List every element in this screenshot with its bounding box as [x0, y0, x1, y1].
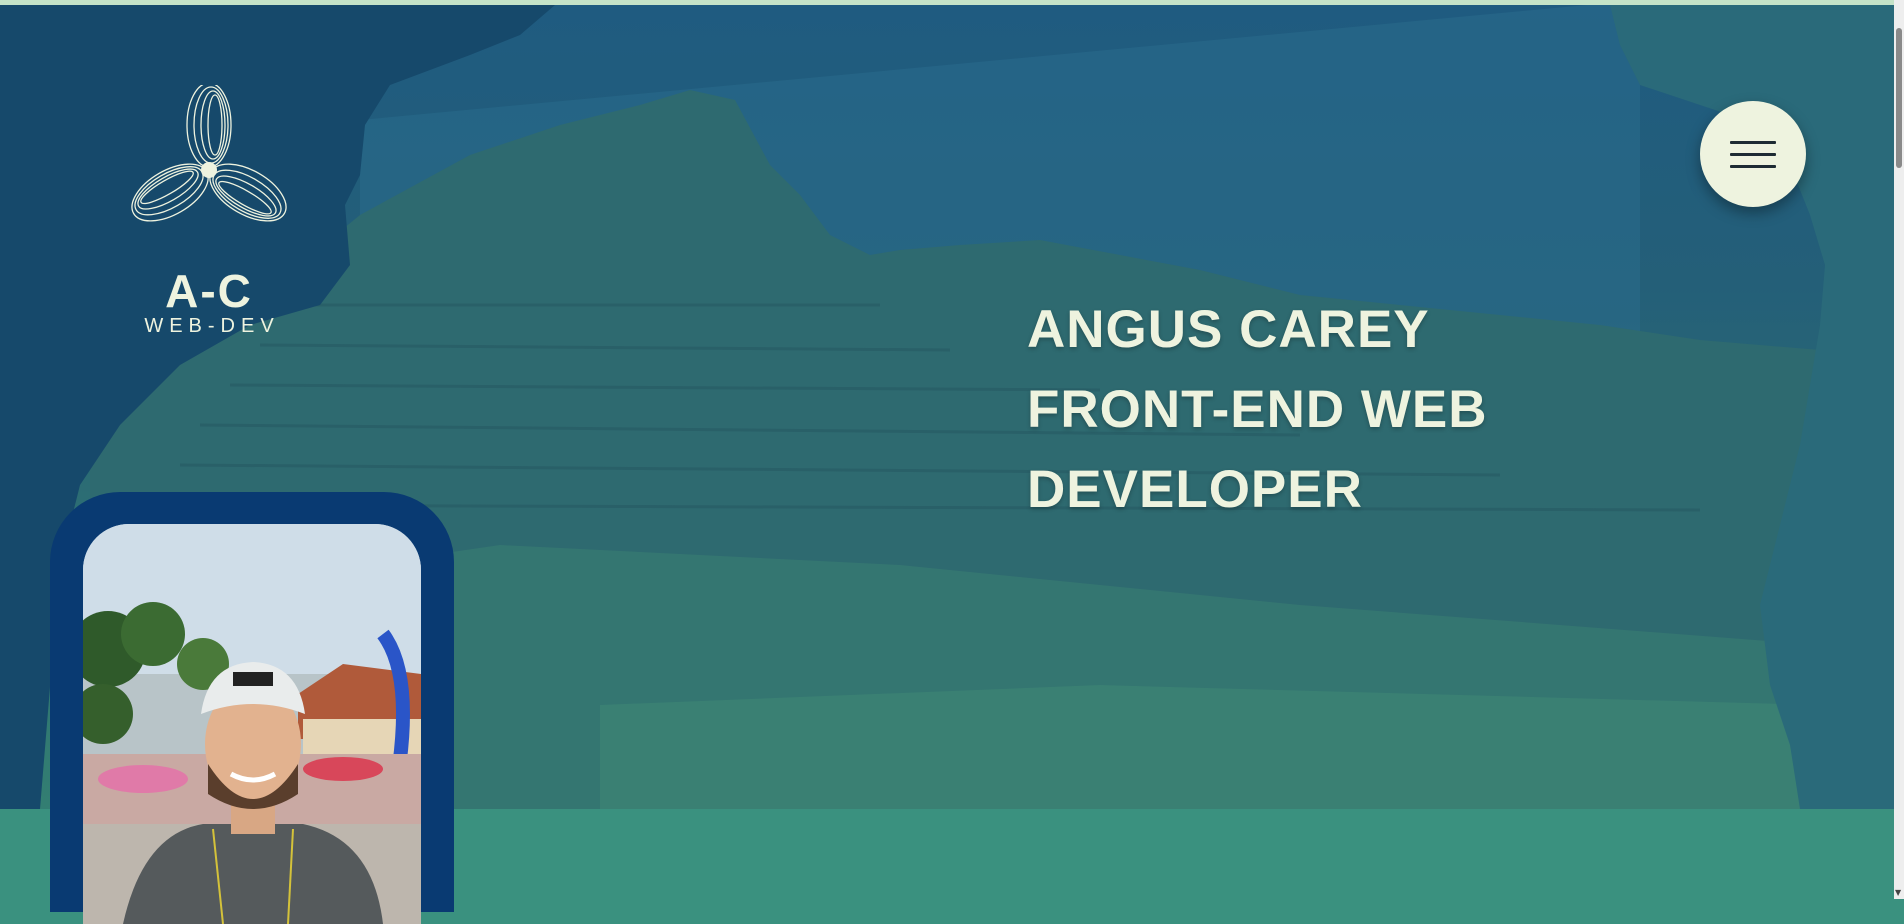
brand-logo[interactable]: A-C WEB-DEV: [124, 85, 294, 337]
top-accent-strip: [0, 0, 1904, 5]
headline-line-title: DEVELOPER: [1027, 460, 1363, 519]
brand-name: A-C: [165, 265, 253, 317]
headline-line-role: FRONT-END WEB: [1027, 380, 1488, 439]
scroll-down-arrow-icon[interactable]: ▼: [1895, 888, 1901, 897]
profile-photo: [83, 524, 421, 924]
hero-headline: ANGUS CAREY FRONT-END WEB DEVELOPER: [1027, 290, 1488, 530]
scrollbar-thumb[interactable]: [1896, 28, 1902, 168]
page-scrollbar[interactable]: ▼: [1894, 0, 1904, 899]
hamburger-icon-line-2: [1730, 152, 1776, 156]
brand-tagline: WEB-DEV: [144, 315, 280, 337]
headline-line-name: ANGUS CAREY: [1027, 300, 1430, 359]
trefoil-logo-icon: [131, 85, 287, 222]
menu-button[interactable]: [1700, 101, 1806, 207]
hamburger-icon-line-3: [1730, 164, 1776, 168]
portrait-frame: [50, 492, 454, 924]
hamburger-icon: [1730, 140, 1776, 144]
